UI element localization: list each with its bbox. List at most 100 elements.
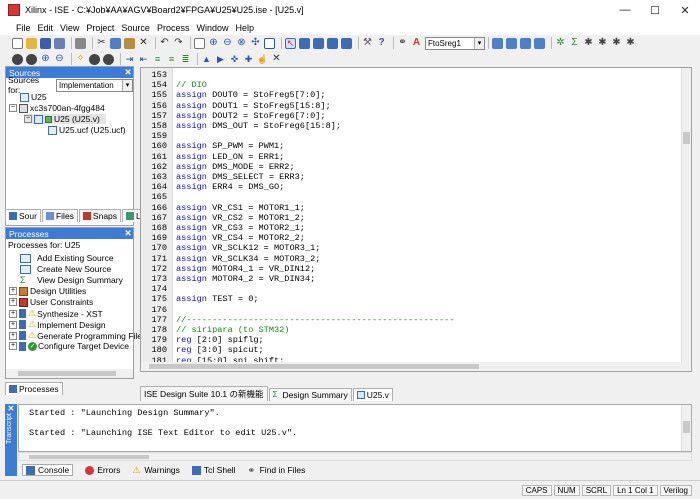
minimize-button[interactable]: — xyxy=(610,0,640,20)
tree-item-top-module[interactable]: − U25 (U25.v) xyxy=(24,114,106,124)
sigma-icon[interactable]: Σ xyxy=(569,38,580,49)
console-vscroll[interactable] xyxy=(681,405,691,451)
expand-icon[interactable]: + xyxy=(9,342,17,350)
undo-icon[interactable]: ↶ xyxy=(159,38,170,49)
hand-icon[interactable]: ☝ xyxy=(257,54,268,65)
tree-item-ucf[interactable]: U25.ucf (U25.ucf) xyxy=(48,125,126,135)
console-hscroll[interactable] xyxy=(18,452,692,461)
sources-close-icon[interactable]: ✕ xyxy=(123,67,133,78)
comment-icon[interactable]: ≡ xyxy=(152,54,163,65)
close-button[interactable]: ✕ xyxy=(670,0,700,20)
configure-icon[interactable]: ✱ xyxy=(625,38,636,49)
new-file-icon[interactable] xyxy=(12,37,23,49)
tab-whats-new[interactable]: ISE Design Suite 10.1 の新機能 xyxy=(140,386,268,401)
copy-icon[interactable] xyxy=(110,37,121,49)
collapse-icon[interactable]: − xyxy=(9,104,17,112)
tab-find-in-files[interactable]: ⚭ Find in Files xyxy=(248,465,306,475)
process-view-design-summary[interactable]: Σ View Design Summary xyxy=(20,275,123,285)
layout-icon[interactable] xyxy=(299,37,310,49)
console-output[interactable]: Started : "Launching Design Summary". St… xyxy=(18,404,692,452)
find-replace-icon[interactable]: A xyxy=(411,38,422,49)
bookmark-next-icon[interactable] xyxy=(506,37,517,49)
expand-icon[interactable]: + xyxy=(9,287,17,295)
transcript-close-icon[interactable]: ✕ xyxy=(5,404,17,413)
chevron-down-icon[interactable]: ▾ xyxy=(122,79,132,91)
zoom-fit-icon[interactable]: ✣ xyxy=(250,38,261,49)
expand-icon[interactable]: + xyxy=(9,309,17,318)
scroll-thumb[interactable] xyxy=(29,455,149,459)
uncomment-icon[interactable]: ≡ xyxy=(166,54,177,65)
close-doc-icon[interactable]: ✕ xyxy=(271,54,282,65)
zoom-full-icon[interactable]: ⊗ xyxy=(236,38,247,49)
zoom-in-icon[interactable]: ⊕ xyxy=(40,54,51,65)
tile-icon[interactable] xyxy=(341,37,352,49)
pointer-icon[interactable]: ↖ xyxy=(285,37,296,49)
back-icon[interactable] xyxy=(12,53,23,65)
expand-icon[interactable]: + xyxy=(9,298,17,306)
collapse-icon[interactable]: − xyxy=(24,115,32,123)
synth-icon[interactable]: ✱ xyxy=(583,38,594,49)
menu-edit[interactable]: Edit xyxy=(38,23,54,33)
find-combo[interactable]: FtoSreg1 ▾ xyxy=(425,36,485,50)
process-configure-target-device[interactable]: + ✓ Configure Target Device xyxy=(9,341,129,351)
delete-icon[interactable]: ✕ xyxy=(138,38,149,49)
editor-hscroll[interactable] xyxy=(141,362,691,371)
save-icon[interactable] xyxy=(40,37,51,49)
goto-icon[interactable]: ✜ xyxy=(229,54,240,65)
zoom-out-icon[interactable]: ⊖ xyxy=(54,54,65,65)
program-icon[interactable]: ✱ xyxy=(611,38,622,49)
gear-icon[interactable]: ✲ xyxy=(555,38,566,49)
language-template-icon[interactable]: ≣ xyxy=(180,54,191,65)
menu-source[interactable]: Source xyxy=(121,23,150,33)
lightbulb-icon[interactable]: ✧ xyxy=(75,54,86,65)
scroll-thumb[interactable] xyxy=(683,132,690,144)
split-icon[interactable] xyxy=(313,37,324,49)
prev-icon[interactable] xyxy=(89,53,100,65)
tab-files[interactable]: Files xyxy=(41,209,78,222)
process-create-new-source[interactable]: Create New Source xyxy=(20,264,111,274)
paste-icon[interactable] xyxy=(124,37,135,49)
tree-item-project[interactable]: U25 xyxy=(20,92,47,102)
tab-processes[interactable]: Processes xyxy=(5,382,63,395)
mark-icon[interactable]: ▶ xyxy=(215,54,226,65)
tab-design-summary[interactable]: Σ Design Summary xyxy=(268,388,352,401)
scroll-thumb[interactable] xyxy=(683,421,690,433)
process-implement-design[interactable]: + ⚠ Implement Design xyxy=(9,319,106,330)
forward-icon[interactable] xyxy=(26,53,37,65)
print-icon[interactable] xyxy=(75,37,86,49)
scroll-thumb[interactable] xyxy=(18,371,116,376)
cascade-icon[interactable] xyxy=(327,37,338,49)
tab-snapshots[interactable]: Snaps xyxy=(78,209,122,222)
tab-u25-v[interactable]: U25.v xyxy=(352,388,393,401)
process-user-constraints[interactable]: + User Constraints xyxy=(9,297,93,307)
tab-tcl-shell[interactable]: Tcl Shell xyxy=(191,465,236,475)
help-icon[interactable]: ? xyxy=(376,38,387,49)
open-folder-icon[interactable] xyxy=(26,37,37,49)
tab-errors[interactable]: Errors xyxy=(85,465,120,475)
process-design-utilities[interactable]: + Design Utilities xyxy=(9,286,86,296)
menu-window[interactable]: Window xyxy=(196,23,228,33)
bookmark-clear-icon[interactable] xyxy=(534,37,545,49)
bookmark-prev-icon[interactable] xyxy=(520,37,531,49)
chevron-down-icon[interactable]: ▾ xyxy=(474,37,484,49)
tab-sources[interactable]: Sour xyxy=(5,209,41,222)
code-editor[interactable]: 153 154 // DIO 155 assign DOUT0 = StoFreg5[7… xyxy=(140,67,692,372)
process-synthesize[interactable]: + ⚠ Synthesize - XST xyxy=(9,308,103,319)
expand-icon[interactable]: + xyxy=(9,331,17,340)
zoom-box-icon[interactable] xyxy=(264,37,275,49)
process-add-existing-source[interactable]: Add Existing Source xyxy=(20,253,114,263)
indent-icon[interactable]: ⇥ xyxy=(124,54,135,65)
tree-item-device[interactable]: − xc3s700an-4fgg484 xyxy=(9,103,105,113)
menu-project[interactable]: Project xyxy=(86,23,114,33)
find-icon[interactable] xyxy=(194,37,205,49)
cut-icon[interactable]: ✂ xyxy=(96,38,107,49)
menu-process[interactable]: Process xyxy=(157,23,190,33)
zoom-out-icon[interactable]: ⊖ xyxy=(222,38,233,49)
process-generate-programming-file[interactable]: + ⚠ Generate Programming File xyxy=(9,330,142,341)
save-all-icon[interactable] xyxy=(54,37,65,49)
next-icon[interactable] xyxy=(103,53,114,65)
menu-help[interactable]: Help xyxy=(235,23,254,33)
processes-hscroll[interactable] xyxy=(6,369,133,378)
processes-close-icon[interactable]: ✕ xyxy=(123,228,133,239)
implement-icon[interactable]: ✱ xyxy=(597,38,608,49)
